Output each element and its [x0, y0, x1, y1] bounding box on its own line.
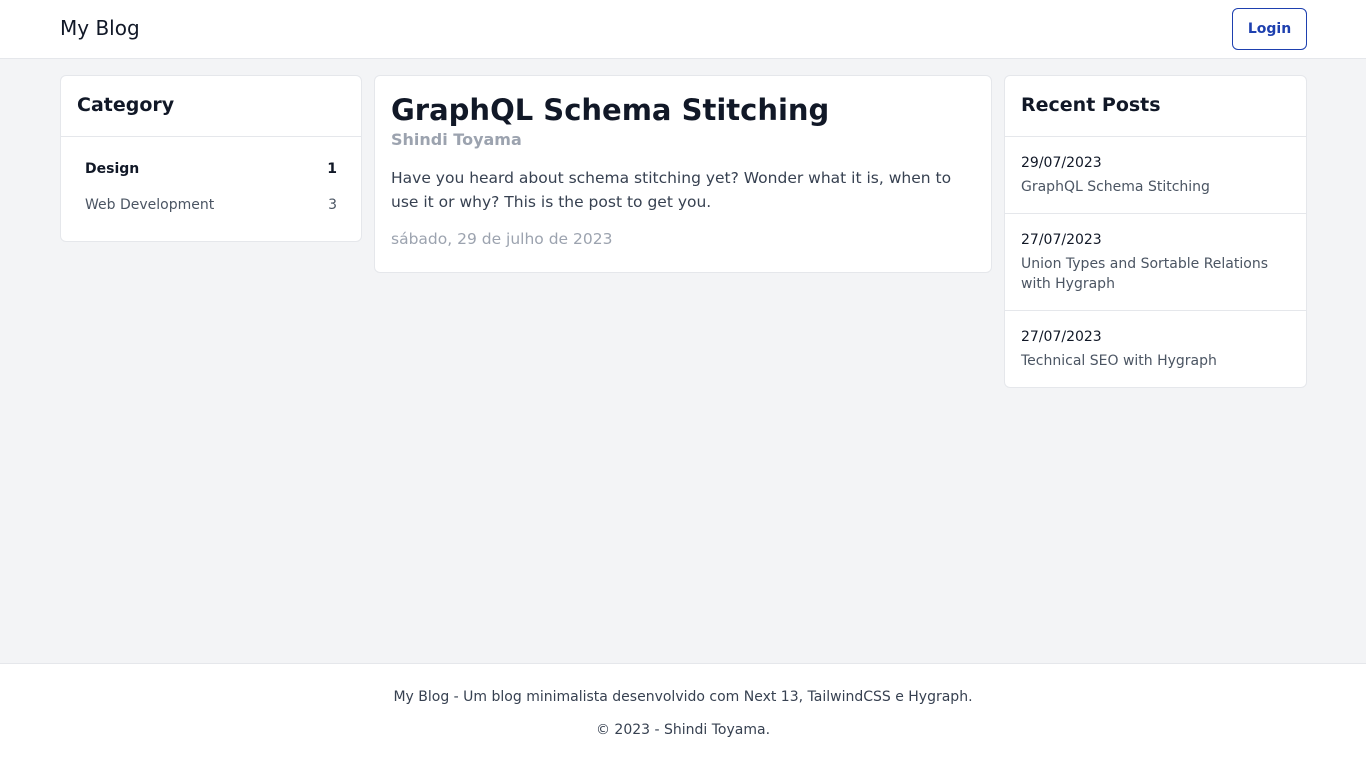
post-card[interactable]: GraphQL Schema Stitching Shindi Toyama H…: [374, 75, 992, 273]
category-card: Category Design 1 Web Development 3: [60, 75, 362, 242]
recent-post-title: Union Types and Sortable Relations with …: [1021, 256, 1268, 292]
footer-description: My Blog - Um blog minimalista desenvolvi…: [393, 689, 973, 705]
recent-post-date: 27/07/2023: [1021, 329, 1102, 345]
recent-post-title: Technical SEO with Hygraph: [1021, 353, 1217, 369]
recent-posts-title: Recent Posts: [1005, 76, 1306, 137]
category-item-label: Web Development: [85, 197, 215, 213]
post-author: Shindi Toyama: [391, 130, 522, 149]
category-item-count: 1: [327, 161, 337, 177]
category-item-label: Design: [85, 161, 140, 177]
post-excerpt: Have you heard about schema stitching ye…: [391, 169, 952, 211]
post-date: sábado, 29 de julho de 2023: [391, 230, 613, 248]
recent-post-date: 29/07/2023: [1021, 155, 1102, 171]
recent-post-date: 27/07/2023: [1021, 232, 1102, 248]
post-title[interactable]: GraphQL Schema Stitching: [391, 90, 975, 130]
recent-post-item[interactable]: 27/07/2023 Union Types and Sortable Rela…: [1005, 214, 1306, 311]
category-item-web-development[interactable]: Web Development 3: [85, 187, 337, 223]
top-navbar: My Blog Login: [0, 0, 1366, 59]
footer: My Blog - Um blog minimalista desenvolvi…: [0, 663, 1366, 768]
recent-posts-card: Recent Posts 29/07/2023 GraphQL Schema S…: [1004, 75, 1307, 388]
login-button[interactable]: Login: [1232, 8, 1307, 50]
recent-post-title: GraphQL Schema Stitching: [1021, 179, 1210, 195]
category-item-count: 3: [328, 197, 337, 213]
category-list: Design 1 Web Development 3: [61, 137, 361, 223]
recent-post-item[interactable]: 29/07/2023 GraphQL Schema Stitching: [1005, 137, 1306, 214]
recent-post-item[interactable]: 27/07/2023 Technical SEO with Hygraph: [1005, 311, 1306, 387]
category-title: Category: [61, 76, 361, 137]
category-item-design[interactable]: Design 1: [85, 151, 337, 187]
brand-link[interactable]: My Blog: [60, 16, 140, 40]
footer-copyright: © 2023 - Shindi Toyama.: [595, 722, 771, 738]
